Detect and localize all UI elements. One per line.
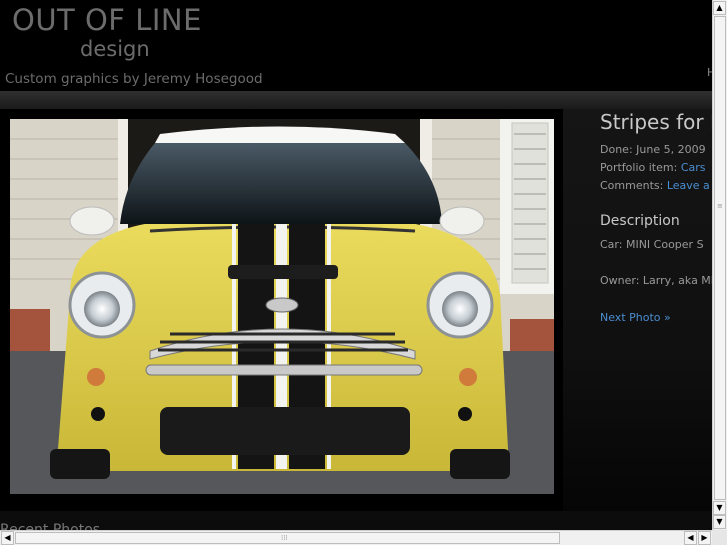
description-owner: Owner: Larry, aka MINI xyxy=(600,274,712,287)
done-date: Done: June 5, 2009 xyxy=(600,143,706,156)
done-value: June 5, 2009 xyxy=(636,143,706,156)
main-content: Stripes for MINI Done: June 5, 2009 Port… xyxy=(0,109,712,511)
scroll-down-extra-button[interactable]: ▼ xyxy=(713,515,726,529)
recent-photos-section: Recent Photos xyxy=(0,511,712,538)
next-photo-link[interactable]: Next Photo » xyxy=(600,311,671,324)
comments-label: Comments: xyxy=(600,179,664,192)
description-car: Car: MINI Cooper S xyxy=(600,238,704,251)
photo-frame xyxy=(0,109,563,511)
site-logo-title[interactable]: OUT OF LINE xyxy=(12,3,202,37)
scroll-up-button[interactable]: ▲ xyxy=(713,1,726,15)
scroll-right-extra-button[interactable]: ◀ xyxy=(684,531,697,545)
header-divider-bar xyxy=(0,91,712,109)
comments: Comments: Leave a comment xyxy=(600,179,712,192)
site-tagline: Custom graphics by Jeremy Hosegood xyxy=(5,71,263,87)
grip-icon: ≡ xyxy=(717,202,723,210)
site-header: OUT OF LINE design Custom graphics by Je… xyxy=(0,0,715,92)
description-heading: Description xyxy=(600,213,680,229)
site-logo-subtitle[interactable]: design xyxy=(80,37,150,61)
leave-comment-link[interactable]: Leave a comment xyxy=(667,179,712,192)
portfolio-label: Portfolio item: xyxy=(600,161,678,174)
scroll-down-button[interactable]: ▼ xyxy=(713,501,726,515)
vertical-scroll-thumb[interactable]: ≡ xyxy=(714,16,726,500)
horizontal-scroll-thumb[interactable]: ⁞⁞⁞ xyxy=(15,532,560,544)
portfolio-link-cars[interactable]: Cars xyxy=(681,161,706,174)
scroll-right-button[interactable]: ▶ xyxy=(698,531,711,545)
photo-title: Stripes for MINI xyxy=(600,110,712,134)
portfolio-item: Portfolio item: Cars xyxy=(600,161,706,174)
done-label: Done: xyxy=(600,143,633,156)
portfolio-photo[interactable] xyxy=(10,119,554,494)
grip-icon: ⁞⁞⁞ xyxy=(281,534,288,542)
horizontal-scrollbar[interactable]: ◀ ⁞⁞⁞ ◀ ▶ xyxy=(0,530,712,545)
scrollbar-corner xyxy=(712,530,727,545)
scroll-left-button[interactable]: ◀ xyxy=(1,531,14,545)
vertical-scrollbar[interactable]: ▲ ≡ ▼ ▼ xyxy=(712,0,727,530)
